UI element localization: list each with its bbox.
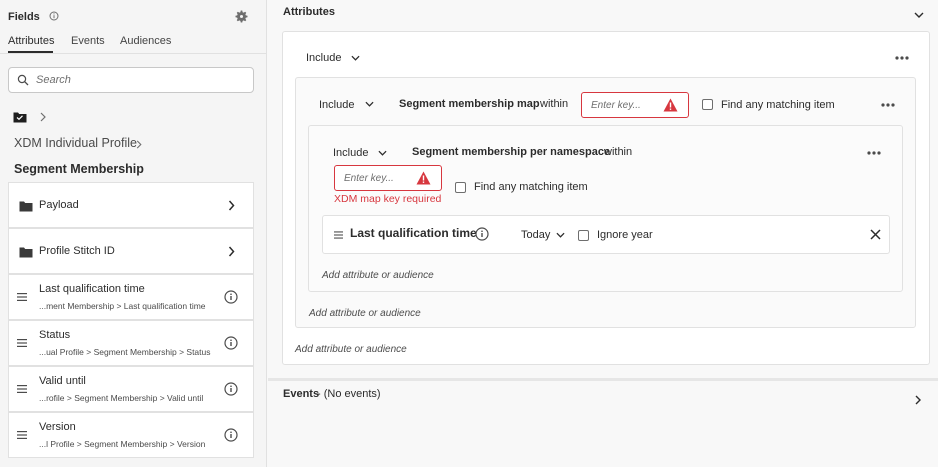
add-attribute-or-audience-link[interactable]: Add attribute or audience: [295, 344, 407, 355]
events-section-title: Events: [283, 388, 320, 400]
chevron-down-icon[interactable]: [365, 101, 374, 107]
field-item-path: ...ual Profile > Segment Membership > St…: [39, 347, 211, 357]
namespace-key-field[interactable]: [334, 165, 442, 191]
attributes-section-title: Attributes: [283, 6, 335, 18]
chevron-right-icon[interactable]: [228, 200, 235, 211]
chevron-down-icon[interactable]: [351, 55, 360, 61]
include-dropdown-label[interactable]: Include: [333, 147, 368, 159]
drag-handle-icon[interactable]: [17, 293, 27, 301]
fields-panel: Fields Attributes Events Audiences XDM I…: [0, 0, 267, 467]
search-input[interactable]: [36, 72, 246, 88]
namespace-field-label: Segment membership per namespace: [412, 146, 611, 158]
namespace-rule-card: Include Segment membership per namespace…: [308, 125, 903, 292]
field-item-label: Version: [39, 421, 76, 433]
chevron-right-icon: [136, 140, 142, 149]
chevron-right-icon[interactable]: [40, 112, 46, 122]
search-icon: [17, 74, 29, 86]
drag-handle-icon[interactable]: [17, 431, 27, 439]
info-icon[interactable]: [224, 290, 238, 304]
field-item-label: Last qualification time: [39, 283, 145, 295]
more-options-icon[interactable]: [895, 56, 909, 60]
include-dropdown-label[interactable]: Include: [306, 52, 341, 64]
ignore-year-label: Ignore year: [597, 229, 653, 241]
info-icon[interactable]: [49, 11, 59, 21]
tab-audiences[interactable]: Audiences: [120, 35, 171, 47]
within-label: within: [604, 146, 633, 158]
folder-item-label: Payload: [39, 199, 79, 211]
info-icon[interactable]: [224, 428, 238, 442]
events-section[interactable]: Events - (No events): [268, 381, 938, 467]
checkbox-label: Find any matching item: [474, 181, 588, 193]
info-icon[interactable]: [224, 336, 238, 350]
condition-field-label: Last qualification time: [350, 226, 477, 240]
breadcrumb-parent[interactable]: XDM Individual Profile: [14, 136, 137, 150]
more-options-icon[interactable]: [867, 151, 881, 155]
key-error-message: XDM map key required: [334, 193, 442, 205]
map-key-field[interactable]: [581, 92, 689, 118]
add-attribute-or-audience-link[interactable]: Add attribute or audience: [322, 270, 434, 281]
folder-item-payload[interactable]: Payload: [8, 182, 254, 228]
folder-open-icon[interactable]: [13, 111, 27, 123]
add-attribute-or-audience-link[interactable]: Add attribute or audience: [309, 308, 421, 319]
ignore-year-checkbox[interactable]: [578, 230, 589, 241]
info-icon[interactable]: [475, 227, 489, 241]
checkbox-label: Find any matching item: [721, 99, 835, 111]
chevron-right-icon[interactable]: [228, 246, 235, 257]
field-item-version[interactable]: Version ...l Profile > Segment Membershi…: [8, 412, 254, 458]
field-item-label: Valid until: [39, 375, 86, 387]
drag-handle-icon[interactable]: [334, 231, 343, 239]
chevron-down-icon[interactable]: [914, 12, 924, 18]
fields-panel-title: Fields: [8, 11, 40, 23]
search-field[interactable]: [8, 67, 254, 93]
folder-icon: [19, 201, 33, 212]
field-item-path: ...ment Membership > Last qualification …: [39, 301, 206, 311]
chevron-down-icon[interactable]: [556, 232, 565, 238]
tabs-divider: [0, 53, 267, 54]
chevron-down-icon[interactable]: [378, 150, 387, 156]
close-icon[interactable]: [870, 229, 881, 240]
tab-attributes[interactable]: Attributes: [8, 35, 54, 47]
map-key-input[interactable]: [591, 98, 661, 112]
namespace-key-input[interactable]: [344, 171, 414, 185]
field-item-path: ...rofile > Segment Membership > Valid u…: [39, 393, 204, 403]
more-options-icon[interactable]: [881, 103, 895, 107]
field-item-path: ...l Profile > Segment Membership > Vers…: [39, 439, 206, 449]
folder-icon: [19, 247, 33, 258]
alert-icon: [416, 171, 431, 185]
operator-dropdown-label[interactable]: Today: [521, 229, 550, 241]
current-heading: Segment Membership: [14, 162, 144, 176]
map-field-label: Segment membership map: [399, 98, 540, 110]
info-icon[interactable]: [224, 382, 238, 396]
alert-icon: [663, 98, 678, 112]
field-item-status[interactable]: Status ...ual Profile > Segment Membersh…: [8, 320, 254, 366]
events-summary: - (No events): [317, 388, 381, 400]
gear-icon[interactable]: [234, 9, 249, 24]
folder-item-label: Profile Stitch ID: [39, 245, 115, 257]
find-any-matching-checkbox[interactable]: [455, 182, 466, 193]
tab-events[interactable]: Events: [71, 35, 105, 47]
drag-handle-icon[interactable]: [17, 385, 27, 393]
include-dropdown-label[interactable]: Include: [319, 99, 354, 111]
drag-handle-icon[interactable]: [17, 339, 27, 347]
within-label: within: [540, 98, 569, 110]
field-item-last-qualification-time[interactable]: Last qualification time ...ment Membersh…: [8, 274, 254, 320]
folder-item-profile-stitch-id[interactable]: Profile Stitch ID: [8, 228, 254, 274]
condition-row: Last qualification time Today Ignore yea…: [322, 215, 890, 254]
chevron-right-icon[interactable]: [915, 395, 921, 405]
field-item-label: Status: [39, 329, 71, 341]
field-item-valid-until[interactable]: Valid until ...rofile > Segment Membersh…: [8, 366, 254, 412]
find-any-matching-checkbox[interactable]: [702, 99, 713, 110]
